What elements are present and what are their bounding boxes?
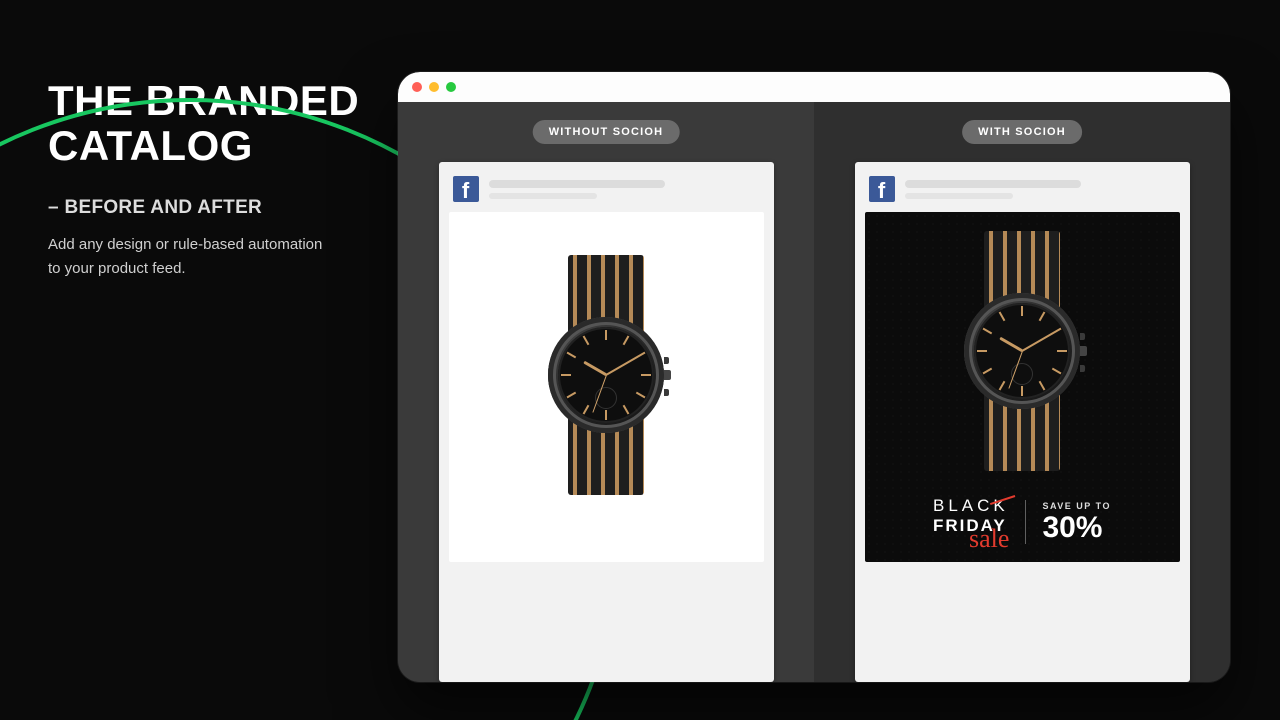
post-header-placeholder xyxy=(489,180,760,199)
browser-window: WITHOUT SOCIOH f xyxy=(398,72,1230,682)
hero-title-line1: THE BRANDED xyxy=(48,77,359,124)
promo-save-value: 30% xyxy=(1042,513,1111,543)
promo-save: SAVE UP TO 30% xyxy=(1042,501,1111,543)
pane-without: WITHOUT SOCIOH f xyxy=(398,102,814,682)
compare-panes: WITHOUT SOCIOH f xyxy=(398,102,1230,682)
post-header-placeholder xyxy=(905,180,1176,199)
promo-divider xyxy=(1025,500,1026,544)
post-creative-plain xyxy=(449,212,764,562)
facebook-icon: f xyxy=(453,176,479,202)
hero-copy: THE BRANDED CATALOG – BEFORE AND AFTER A… xyxy=(48,78,368,281)
product-watch-icon xyxy=(962,231,1082,471)
window-titlebar xyxy=(398,72,1230,102)
post-creative-branded: BLACK FRIDAY sale SAVE UP TO 30% xyxy=(865,212,1180,562)
promo-save-label: SAVE UP TO xyxy=(1042,501,1111,511)
promo-black-friday: BLACK FRIDAY sale xyxy=(933,497,1009,548)
facebook-icon: f xyxy=(869,176,895,202)
promo-text-sale: sale xyxy=(969,530,1009,548)
hero-title: THE BRANDED CATALOG xyxy=(48,78,368,169)
promo-text-black: BLACK xyxy=(933,497,1009,514)
feed-post-with: f xyxy=(855,162,1190,682)
post-header: f xyxy=(865,172,1180,212)
traffic-light-close-icon[interactable] xyxy=(412,82,422,92)
pane-without-label: WITHOUT SOCIOH xyxy=(533,120,680,144)
traffic-light-zoom-icon[interactable] xyxy=(446,82,456,92)
hero-subtitle: – BEFORE AND AFTER xyxy=(48,197,368,219)
promo-overlay: BLACK FRIDAY sale SAVE UP TO 30% xyxy=(865,497,1180,548)
pane-with: WITH SOCIOH f xyxy=(814,102,1230,682)
post-header: f xyxy=(449,172,764,212)
hero-title-line2: CATALOG xyxy=(48,122,253,169)
hero-description: Add any design or rule-based automation … xyxy=(48,233,338,281)
feed-post-without: f xyxy=(439,162,774,682)
pane-with-label: WITH SOCIOH xyxy=(962,120,1082,144)
product-watch-icon xyxy=(546,255,666,495)
traffic-light-minimize-icon[interactable] xyxy=(429,82,439,92)
